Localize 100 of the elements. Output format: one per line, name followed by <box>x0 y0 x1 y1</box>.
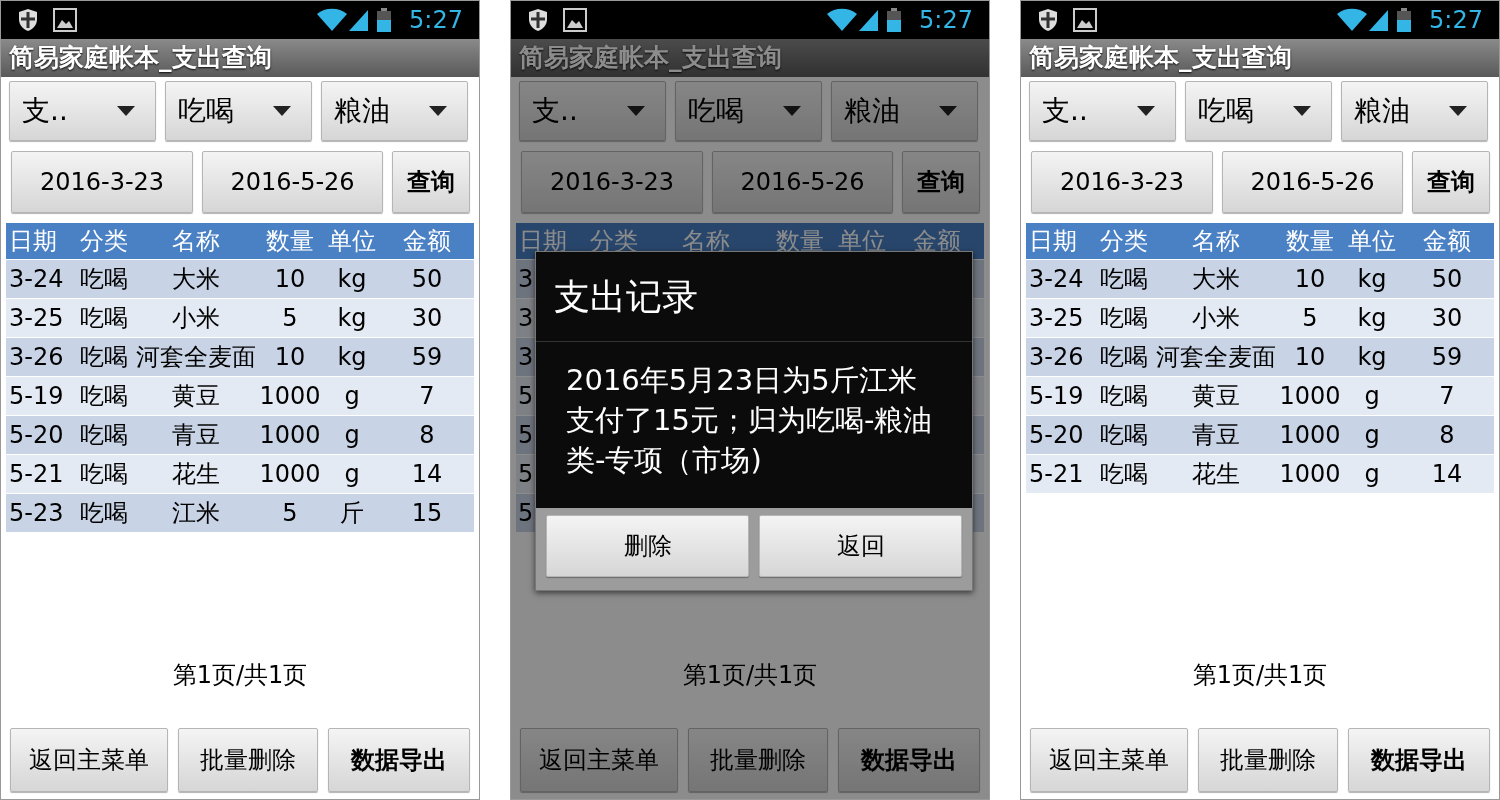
query-button[interactable]: 查询 <box>392 151 470 213</box>
column-header: 分类 <box>589 226 639 257</box>
bottom-button[interactable]: 批量删除 <box>688 728 828 792</box>
table-cell-text: 1000 <box>258 459 322 490</box>
table-cell-text: 吃喝 <box>79 303 129 334</box>
table-cell-text: 吃喝 <box>1099 303 1149 334</box>
dropdown-caret-icon <box>429 106 447 116</box>
dialog-button[interactable]: 返回 <box>759 515 962 577</box>
bottom-button[interactable]: 返回主菜单 <box>10 728 168 792</box>
column-header: 日期 <box>8 226 58 257</box>
query-button[interactable]: 查询 <box>1412 151 1490 213</box>
column-header: 分类 <box>79 226 129 257</box>
table-cell-text: 14 <box>1430 459 1464 490</box>
table-row[interactable]: 3-26 吃喝 河套全麦面 10 kg 59 <box>6 338 474 376</box>
table-row[interactable]: 3-24 吃喝 大米 10 kg 50 <box>1026 260 1494 298</box>
table-cell-text: 59 <box>410 342 444 373</box>
start-date-button[interactable]: 2016-3-23 <box>521 151 703 213</box>
table-row[interactable]: 5-23 吃喝 江米 5 斤 15 <box>6 494 474 532</box>
query-button[interactable]: 查询 <box>902 151 980 213</box>
column-header: 日期 <box>518 226 568 257</box>
table-cell-text: 15 <box>410 498 444 529</box>
shield-icon <box>1037 8 1059 32</box>
table-cell-text: 5-21 <box>1028 459 1085 490</box>
bottom-button[interactable]: 返回主菜单 <box>1030 728 1188 792</box>
table-cell-text: 花生 <box>1191 459 1241 490</box>
table-cell-text: 1000 <box>258 381 322 412</box>
table-cell-text: 5 <box>281 303 299 334</box>
table-cell-text: g <box>1363 420 1381 451</box>
table-row[interactable]: 3-24 吃喝 大米 10 kg 50 <box>6 260 474 298</box>
column-header: 分类 <box>1099 226 1149 257</box>
dropdown[interactable]: 吃喝 <box>675 81 822 141</box>
dropdown[interactable]: 支.. <box>1029 81 1176 141</box>
dropdown[interactable]: 吃喝 <box>165 81 312 141</box>
dropdown-caret-icon <box>117 106 135 116</box>
dialog-button[interactable]: 删除 <box>546 515 749 577</box>
table-cell-text: g <box>1363 381 1381 412</box>
start-date-button[interactable]: 2016-3-23 <box>11 151 193 213</box>
dropdown[interactable]: 吃喝 <box>1185 81 1332 141</box>
bottom-button[interactable]: 数据导出 <box>1348 728 1490 792</box>
bottom-button[interactable]: 数据导出 <box>328 728 470 792</box>
app-title: 简易家庭帐本_支出查询 <box>1029 42 1292 75</box>
dropdown[interactable]: 粮油 <box>1341 81 1488 141</box>
table-cell-text: 大米 <box>171 264 221 295</box>
bottom-button[interactable]: 数据导出 <box>838 728 980 792</box>
page-indicator: 第1页/共1页 <box>682 660 818 691</box>
table-cell-text: 斤 <box>339 498 365 529</box>
dropdown[interactable]: 粮油 <box>321 81 468 141</box>
end-date-button[interactable]: 2016-5-26 <box>1222 151 1403 213</box>
dropdown[interactable]: 支.. <box>519 81 666 141</box>
start-date-button[interactable]: 2016-3-23 <box>1031 151 1213 213</box>
table-cell-text: 7 <box>1438 381 1456 412</box>
table-cell-text: 3-24 <box>1028 264 1085 295</box>
table-row[interactable]: 5-20 吃喝 青豆 1000 g 8 <box>6 416 474 454</box>
table-row[interactable]: 5-19 吃喝 黄豆 1000 g 7 <box>1026 377 1494 415</box>
table-cell-text: 吃喝 <box>79 381 129 412</box>
table-cell-text: 3 <box>517 264 534 295</box>
table-cell-text: 5 <box>517 459 534 490</box>
table-row[interactable]: 5-19 吃喝 黄豆 1000 g 7 <box>6 377 474 415</box>
table-cell-text: kg <box>1356 342 1388 373</box>
table-cell-text: 30 <box>410 303 444 334</box>
column-header: 数量 <box>265 226 315 257</box>
table-row[interactable]: 3-25 吃喝 小米 5 kg 30 <box>6 299 474 337</box>
table-row[interactable]: 3-25 吃喝 小米 5 kg 30 <box>1026 299 1494 337</box>
bottom-button[interactable]: 批量删除 <box>178 728 318 792</box>
dropdown[interactable]: 粮油 <box>831 81 978 141</box>
table-cell-text: 8 <box>418 420 436 451</box>
shield-icon <box>527 8 549 32</box>
table-row[interactable]: 3-26 吃喝 河套全麦面 10 kg 59 <box>1026 338 1494 376</box>
table-cell-text: g <box>1363 459 1381 490</box>
column-header: 单位 <box>327 226 377 257</box>
end-date-button[interactable]: 2016-5-26 <box>712 151 893 213</box>
table-row[interactable]: 5-21 吃喝 花生 1000 g 14 <box>1026 455 1494 493</box>
table-cell-text: 吃喝 <box>1099 342 1149 373</box>
table-cell-text: 吃喝 <box>79 264 129 295</box>
bottom-button[interactable]: 批量删除 <box>1198 728 1338 792</box>
app-title: 简易家庭帐本_支出查询 <box>519 42 782 75</box>
table-cell-text: 10 <box>273 342 307 373</box>
dropdown[interactable]: 支.. <box>9 81 156 141</box>
battery-icon <box>887 8 902 32</box>
column-header: 数量 <box>775 226 825 257</box>
battery-icon <box>1397 8 1412 32</box>
clock-time: 5:27 <box>409 5 463 36</box>
table-cell-text: 青豆 <box>171 420 221 451</box>
clock-time: 5:27 <box>919 5 973 36</box>
wifi-icon <box>317 8 348 32</box>
dropdown-caret-icon <box>273 106 291 116</box>
table-row[interactable]: 5-20 吃喝 青豆 1000 g 8 <box>1026 416 1494 454</box>
dropdown-caret-icon <box>1293 106 1311 116</box>
table-cell-text: 5-19 <box>1028 381 1085 412</box>
signal-icon <box>1369 8 1390 32</box>
column-header: 单位 <box>1347 226 1397 257</box>
bottom-button[interactable]: 返回主菜单 <box>520 728 678 792</box>
end-date-button[interactable]: 2016-5-26 <box>202 151 383 213</box>
table-cell-text: 3-24 <box>8 264 65 295</box>
table-cell-text: kg <box>336 342 368 373</box>
table-cell-text: 3-26 <box>8 342 65 373</box>
table-cell-text: 河套全麦面 <box>1155 342 1277 373</box>
table-cell-text: 吃喝 <box>79 459 129 490</box>
table-cell-text: 5-20 <box>8 420 65 451</box>
table-row[interactable]: 5-21 吃喝 花生 1000 g 14 <box>6 455 474 493</box>
